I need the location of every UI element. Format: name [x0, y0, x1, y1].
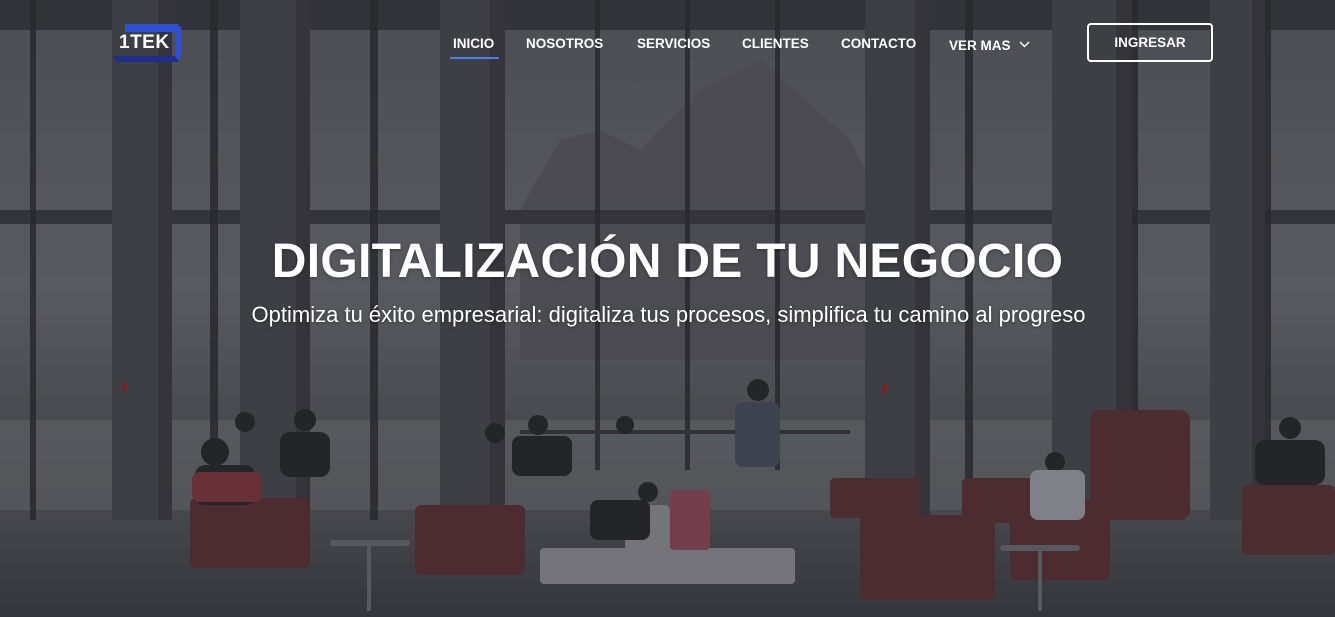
nav-item-ver-mas-label: VER MAS — [949, 38, 1011, 53]
nav-item-contacto[interactable]: CONTACTO — [841, 36, 916, 51]
login-button[interactable]: INGRESAR — [1087, 23, 1213, 62]
hero-subtitle: Optimiza tu éxito empresarial: digitaliz… — [251, 302, 1086, 327]
brand-logo[interactable]: 1TEK — [113, 22, 183, 64]
chevron-down-icon — [1019, 36, 1030, 51]
logo-text: 1TEK — [119, 32, 170, 53]
nav-item-nosotros[interactable]: NOSOTROS — [526, 36, 603, 51]
nav-item-inicio[interactable]: INICIO — [453, 36, 494, 51]
nav-item-servicios[interactable]: SERVICIOS — [637, 36, 710, 51]
hero-section: 1TEK INICIO NOSOTROS SERVICIOS CLIENTES … — [0, 0, 1335, 617]
hero-title: DIGITALIZACIÓN DE TU NEGOCIO — [271, 235, 1064, 288]
nav-item-clientes[interactable]: CLIENTES — [742, 36, 809, 51]
nav-active-indicator — [450, 57, 499, 59]
nav-item-ver-mas[interactable]: VER MAS — [949, 36, 1030, 53]
